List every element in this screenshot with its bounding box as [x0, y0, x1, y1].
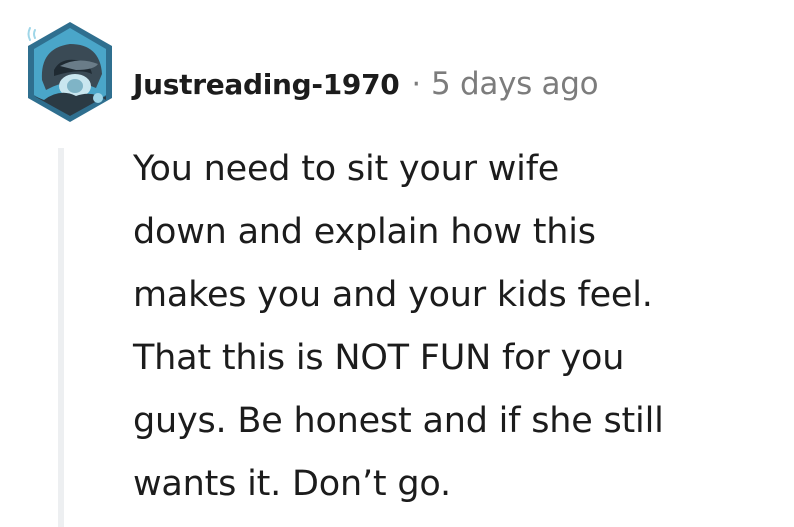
comment-body-line: makes you and your kids feel. [133, 275, 653, 315]
meta-separator: · [411, 66, 422, 102]
comment-body-line: You need to sit your wife [133, 149, 560, 189]
comment-header: Justreading-1970 · 5 days ago [133, 62, 599, 106]
comment-body-line: That this is NOT FUN for you [133, 338, 625, 378]
timestamp[interactable]: 5 days ago [431, 66, 599, 102]
username-link[interactable]: Justreading-1970 [133, 68, 400, 101]
signal-icon [27, 27, 36, 41]
comment-body-line: guys. Be honest and if she still [133, 401, 664, 441]
user-avatar[interactable] [20, 18, 120, 124]
comment-body: You need to sit your wife down and expla… [133, 138, 783, 516]
comment-body-line: down and explain how this [133, 212, 596, 252]
comment-body-line: wants it. Don’t go. [133, 464, 451, 504]
thread-collapse-line[interactable] [58, 148, 64, 527]
